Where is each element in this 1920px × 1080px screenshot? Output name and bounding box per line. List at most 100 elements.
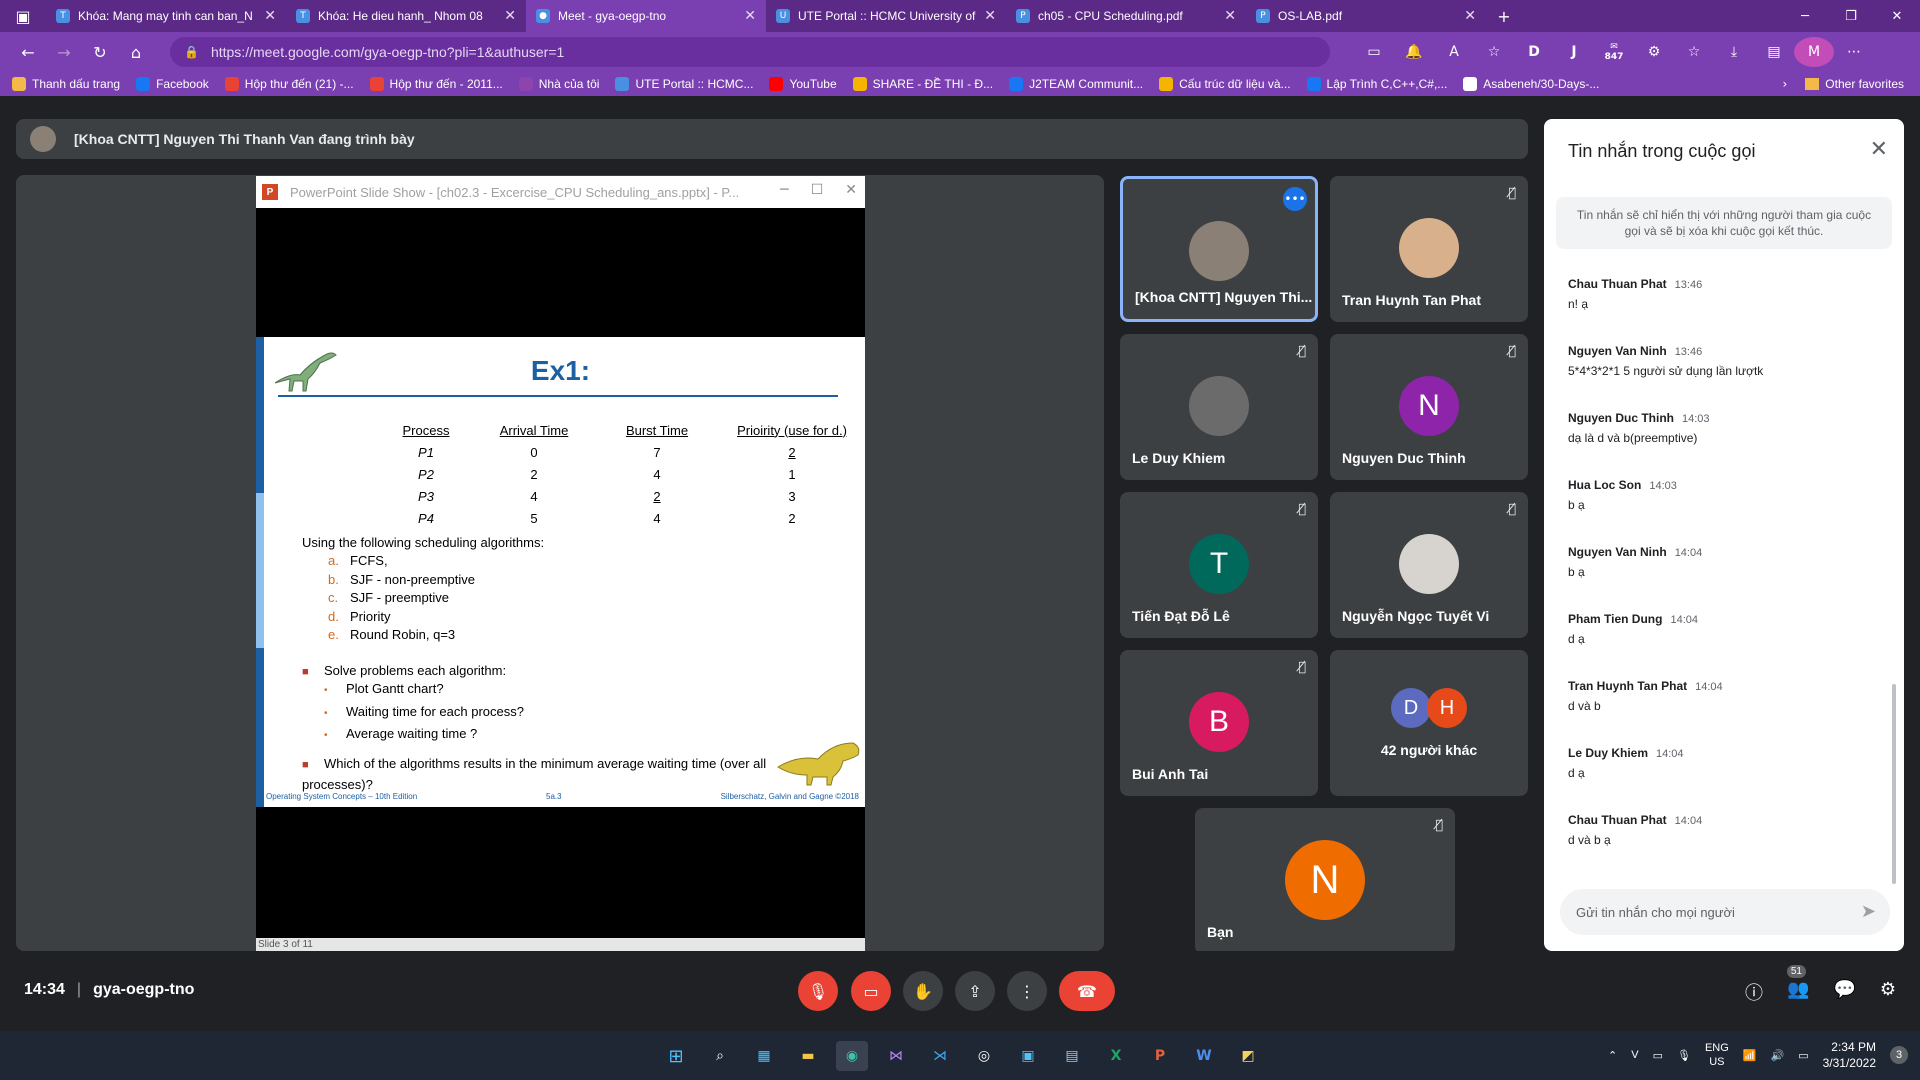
profile-avatar[interactable]: M (1794, 37, 1834, 67)
bookmark-item[interactable]: Thanh dấu trang (12, 77, 120, 91)
powerpoint-icon[interactable]: P (1144, 1041, 1176, 1071)
bookmark-item[interactable]: Facebook (136, 77, 209, 91)
obs-icon[interactable]: ◎ (968, 1041, 1000, 1071)
more-options-icon[interactable]: ••• (1283, 187, 1307, 211)
more-options-button[interactable]: ⋮ (1007, 971, 1047, 1011)
battery-icon[interactable]: ▭ (1798, 1049, 1808, 1062)
excel-icon[interactable]: X (1100, 1041, 1132, 1071)
bookmark-item[interactable]: Asabeneh/30-Days-... (1463, 77, 1599, 91)
bookmark-item[interactable]: Hộp thư đến - 2011... (369, 77, 503, 91)
participant-tile[interactable]: N Bạn 🎙̸ (1195, 808, 1455, 954)
collections-icon[interactable]: ▤ (1754, 37, 1794, 67)
home-button[interactable]: ⌂ (118, 36, 154, 68)
chat-message-input[interactable]: Gửi tin nhắn cho mọi người ➤ (1560, 889, 1890, 935)
favorites-icon[interactable]: ☆ (1674, 37, 1714, 67)
mic-tray-icon[interactable]: 🎙 (1677, 1049, 1691, 1062)
vs-tray-icon[interactable]: V (1631, 1049, 1638, 1061)
participant-tile[interactable]: Le Duy Khiem 🎙̸ (1120, 334, 1318, 480)
ppt-minimize-button[interactable]: ─ (780, 182, 788, 198)
vscode-icon[interactable]: ⋊ (924, 1041, 956, 1071)
notification-blocked-icon[interactable]: 🔔 (1394, 37, 1434, 67)
camera-icon[interactable]: ▭ (1354, 37, 1394, 67)
participant-tile[interactable]: Tran Huynh Tan Phat 🎙̸ (1330, 176, 1528, 322)
camera-off-button[interactable]: ▭ (851, 971, 891, 1011)
search-icon[interactable]: ⌕ (704, 1041, 736, 1071)
ppt-maximize-button[interactable]: ☐ (811, 182, 824, 198)
windows-start-icon[interactable]: ⊞ (660, 1041, 692, 1071)
chevron-right-icon[interactable]: › (1782, 77, 1787, 91)
forward-button[interactable]: → (46, 36, 82, 68)
browser-tab[interactable]: P ch05 - CPU Scheduling.pdf ✕ (1006, 0, 1246, 32)
word-icon[interactable]: W (1188, 1041, 1220, 1071)
sticky-notes-icon[interactable]: ◩ (1232, 1041, 1264, 1071)
bookmark-item[interactable]: UTE Portal :: HCMC... (615, 77, 753, 91)
minimize-window-button[interactable]: ─ (1782, 0, 1828, 32)
participant-tile[interactable]: B Bui Anh Tai 🎙̸ (1120, 650, 1318, 796)
chat-icon[interactable]: 💬 (1833, 979, 1855, 1005)
close-tab-icon[interactable]: ✕ (264, 8, 276, 24)
browser-tab[interactable]: T Khóa: Mang may tinh can ban_N ✕ (46, 0, 286, 32)
add-favorite-icon[interactable]: ☆ (1474, 37, 1514, 67)
mic-off-button[interactable]: 🎙 (798, 971, 838, 1011)
bookmark-item[interactable]: Cấu trúc dữ liệu và... (1159, 77, 1291, 91)
other-favorites[interactable]: › Other favorites (1782, 72, 1904, 96)
snipping-icon[interactable]: ▣ (1012, 1041, 1044, 1071)
bookmark-item[interactable]: J2TEAM Communit... (1009, 77, 1143, 91)
read-aloud-icon[interactable]: A (1434, 37, 1474, 67)
browser-tab[interactable]: P OS-LAB.pdf ✕ (1246, 0, 1486, 32)
ppt-close-button[interactable]: ✕ (845, 182, 857, 198)
notification-badge[interactable]: 3 (1890, 1046, 1908, 1064)
clock[interactable]: 2:34 PM 3/31/2022 (1823, 1039, 1876, 1071)
bookmark-item[interactable]: SHARE - ĐỀ THI - Đ... (852, 77, 993, 91)
participant-tile[interactable]: T Tiến Đạt Đỗ Lê 🎙̸ (1120, 492, 1318, 638)
display-icon[interactable]: ▭ (1653, 1049, 1663, 1062)
participant-tile[interactable]: [Khoa CNTT] Nguyen Thi... ••• (1120, 176, 1318, 322)
chevron-up-icon[interactable]: ⌃ (1608, 1049, 1617, 1062)
bookmark-item[interactable]: YouTube (769, 77, 837, 91)
activities-icon[interactable]: ⚙ (1880, 979, 1896, 1005)
back-button[interactable]: ← (10, 36, 46, 68)
present-screen-button[interactable]: ⇪ (955, 971, 995, 1011)
send-icon[interactable]: ➤ (1861, 901, 1876, 922)
close-tab-icon[interactable]: ✕ (984, 8, 996, 24)
bookmark-item[interactable]: Nhà của tôi (518, 77, 599, 91)
new-tab-button[interactable]: + (1486, 0, 1522, 32)
wifi-icon[interactable]: 📶 (1743, 1049, 1757, 1062)
bookmark-item[interactable]: Hộp thư đến (21) -... (224, 77, 354, 91)
extension-j-icon[interactable]: J (1554, 37, 1594, 67)
restore-window-button[interactable]: ❐ (1828, 0, 1874, 32)
close-tab-icon[interactable]: ✕ (1464, 8, 1476, 24)
extension-d-icon[interactable]: D (1514, 37, 1554, 67)
more-menu-icon[interactable]: ⋯ (1834, 37, 1874, 67)
raise-hand-button[interactable]: ✋ (903, 971, 943, 1011)
extension-mail-icon[interactable]: ✉ 847 (1594, 37, 1634, 67)
volume-icon[interactable]: 🔊 (1771, 1049, 1785, 1062)
tab-actions-icon[interactable]: ▣ (0, 0, 46, 32)
file-explorer-icon[interactable]: ▬ (792, 1041, 824, 1071)
close-tab-icon[interactable]: ✕ (1224, 8, 1236, 24)
language-indicator[interactable]: ENG US (1705, 1041, 1729, 1069)
browser-tab[interactable]: U UTE Portal :: HCMC University of ✕ (766, 0, 1006, 32)
chat-scrollbar[interactable] (1892, 684, 1896, 884)
store-icon[interactable]: ▦ (748, 1041, 780, 1071)
downloads-icon[interactable]: ⤓ (1714, 37, 1754, 67)
visual-studio-icon[interactable]: ⋈ (880, 1041, 912, 1071)
browser-tab[interactable]: T Khóa: He dieu hanh_ Nhom 08 ✕ (286, 0, 526, 32)
leave-call-button[interactable]: ☎ (1059, 971, 1115, 1011)
close-tab-icon[interactable]: ✕ (744, 8, 756, 24)
people-icon[interactable]: 👥 (1787, 979, 1809, 1005)
close-tab-icon[interactable]: ✕ (504, 8, 516, 24)
edge-icon[interactable]: ◉ (836, 1041, 868, 1071)
participant-tile[interactable]: N Nguyen Duc Thinh 🎙̸ (1330, 334, 1528, 480)
bookmark-item[interactable]: Lập Trình C,C++,C#,... (1306, 77, 1447, 91)
teams-icon[interactable]: ▤ (1056, 1041, 1088, 1071)
participant-tile[interactable]: D H 42 người khác (1330, 650, 1528, 796)
reload-button[interactable]: ↻ (82, 36, 118, 68)
participant-tile[interactable]: Nguyễn Ngọc Tuyết Vi 🎙̸ (1330, 492, 1528, 638)
close-window-button[interactable]: ✕ (1874, 0, 1920, 32)
url-bar[interactable]: 🔒 https://meet.google.com/gya-oegp-tno?p… (170, 37, 1330, 67)
extensions-icon[interactable]: ⚙ (1634, 37, 1674, 67)
close-chat-button[interactable]: ✕ (1870, 137, 1888, 162)
meeting-details-icon[interactable]: ⓘ (1745, 979, 1763, 1005)
browser-tab[interactable]: ● Meet - gya-oegp-tno ✕ (526, 0, 766, 32)
